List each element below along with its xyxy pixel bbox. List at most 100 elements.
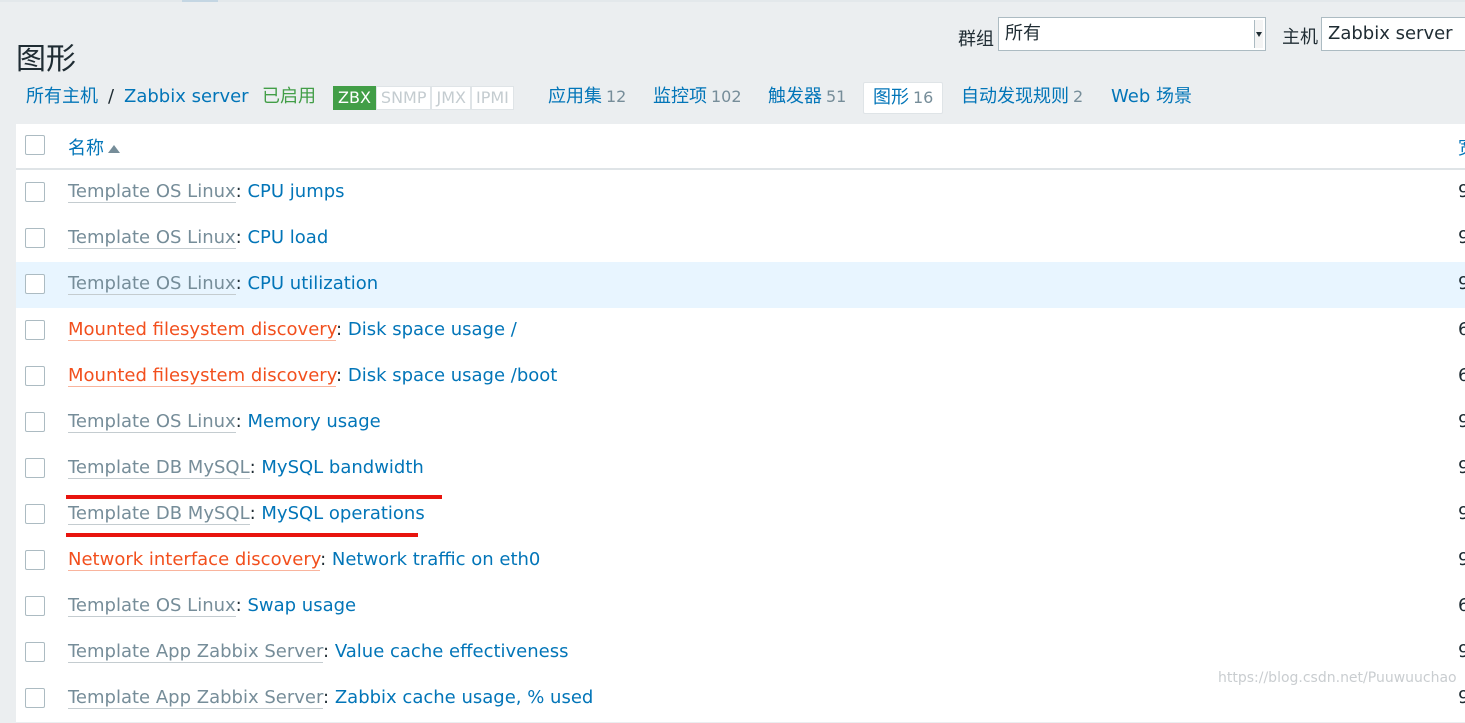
tab-graphs-label: 图形 <box>873 87 909 108</box>
annotation-underline <box>66 495 442 499</box>
host-select[interactable]: Zabbix server <box>1321 17 1465 51</box>
table-row: Template OS Linux: Swap usage 6 <box>16 584 1465 631</box>
tab-triggers[interactable]: 触发器 51 <box>768 80 846 114</box>
name-separator: : <box>320 549 332 570</box>
discovery-rule-link[interactable]: Mounted filesystem discovery <box>68 319 337 341</box>
table-row: Template DB MySQL: MySQL bandwidth 9 <box>16 446 1465 493</box>
table-row: Network interface discovery: Network tra… <box>16 538 1465 585</box>
row-checkbox[interactable] <box>25 320 45 340</box>
name-separator: : <box>235 273 248 294</box>
template-link[interactable]: Template OS Linux <box>68 273 236 295</box>
name-separator: : <box>235 227 248 248</box>
row-checkbox[interactable] <box>25 596 45 616</box>
column-name-header[interactable]: 名称 <box>68 134 120 160</box>
availability-indicators: ZBX SNMP JMX IPMI <box>333 86 514 110</box>
tab-applications[interactable]: 应用集 12 <box>548 80 626 114</box>
breadcrumb-host[interactable]: Zabbix server <box>124 80 249 114</box>
graph-link[interactable]: Swap usage <box>247 595 356 616</box>
graph-name-cell: Network interface discovery: Network tra… <box>68 549 541 571</box>
template-link[interactable]: Template OS Linux <box>68 595 236 617</box>
row-checkbox[interactable] <box>25 642 45 662</box>
template-link[interactable]: Template App Zabbix Server <box>68 687 324 709</box>
table-header: 名称 宽 <box>16 124 1465 170</box>
table-row: Template OS Linux: Memory usage 9 <box>16 400 1465 447</box>
graph-link[interactable]: CPU jumps <box>247 181 344 202</box>
graph-name-cell: Template OS Linux: CPU load <box>68 227 328 249</box>
name-separator: : <box>336 319 348 340</box>
tab-items-label: 监控项 <box>653 86 707 107</box>
template-link[interactable]: Template DB MySQL <box>68 503 250 525</box>
graph-link[interactable]: CPU load <box>247 227 328 248</box>
row-checkbox[interactable] <box>25 688 45 708</box>
row-checkbox[interactable] <box>25 228 45 248</box>
graph-link[interactable]: Value cache effectiveness <box>335 641 569 662</box>
graph-name-cell: Mounted filesystem discovery: Disk space… <box>68 365 558 387</box>
graph-name-cell: Mounted filesystem discovery: Disk space… <box>68 319 517 341</box>
graph-width: 9 <box>1458 457 1465 478</box>
annotation-underline <box>66 533 418 537</box>
graph-name-cell: Template OS Linux: CPU utilization <box>68 273 378 295</box>
host-status-enabled[interactable]: 已启用 <box>262 80 316 114</box>
row-checkbox[interactable] <box>25 412 45 432</box>
table-row: Template DB MySQL: MySQL operations 9 <box>16 492 1465 539</box>
tab-web-scenarios[interactable]: Web 场景 <box>1111 80 1192 114</box>
watermark: https://blog.csdn.net/Puuwuuchao <box>1218 670 1457 686</box>
graphs-table: 名称 宽 Template OS Linux: CPU jumps 9 Temp… <box>16 124 1465 723</box>
host-filter-label: 主机 <box>1282 27 1318 48</box>
graph-name-cell: Template OS Linux: Swap usage <box>68 595 356 617</box>
graph-width: 9 <box>1458 549 1465 570</box>
row-checkbox[interactable] <box>25 550 45 570</box>
graph-link[interactable]: Disk space usage / <box>348 319 517 340</box>
row-checkbox[interactable] <box>25 366 45 386</box>
discovery-rule-link[interactable]: Network interface discovery <box>68 549 321 571</box>
host-select-value: Zabbix server <box>1328 23 1453 44</box>
graph-width: 6 <box>1458 365 1465 386</box>
template-link[interactable]: Template OS Linux <box>68 181 236 203</box>
row-checkbox[interactable] <box>25 458 45 478</box>
tab-graphs[interactable]: 图形 16 <box>863 82 944 114</box>
top-accent <box>182 0 218 2</box>
template-link[interactable]: Template DB MySQL <box>68 457 250 479</box>
chevron-down-icon[interactable] <box>1254 20 1263 48</box>
graph-width: 9 <box>1458 273 1465 294</box>
template-link[interactable]: Template OS Linux <box>68 411 236 433</box>
template-link[interactable]: Template OS Linux <box>68 227 236 249</box>
table-row: Mounted filesystem discovery: Disk space… <box>16 308 1465 355</box>
breadcrumb-all-hosts[interactable]: 所有主机 <box>26 80 98 114</box>
graph-width: 6 <box>1458 595 1465 616</box>
row-checkbox[interactable] <box>25 504 45 524</box>
sort-ascending-icon <box>108 145 120 153</box>
tab-applications-count: 12 <box>606 87 627 106</box>
graph-link[interactable]: CPU utilization <box>247 273 378 294</box>
tab-discovery-rules-count: 2 <box>1073 87 1084 106</box>
table-row: Mounted filesystem discovery: Disk space… <box>16 354 1465 401</box>
select-all-checkbox[interactable] <box>25 135 45 155</box>
graph-width: 9 <box>1458 411 1465 432</box>
availability-jmx: JMX <box>431 86 471 110</box>
table-row-highlighted: Template OS Linux: CPU utilization 9 <box>16 262 1465 309</box>
discovery-rule-link[interactable]: Mounted filesystem discovery <box>68 365 337 387</box>
tab-triggers-label: 触发器 <box>768 86 822 107</box>
top-border <box>0 0 1465 2</box>
row-checkbox[interactable] <box>25 182 45 202</box>
graph-link[interactable]: MySQL operations <box>261 503 424 524</box>
template-link[interactable]: Template App Zabbix Server <box>68 641 324 663</box>
graph-link[interactable]: Network traffic on eth0 <box>332 549 541 570</box>
graph-link[interactable]: MySQL bandwidth <box>261 457 423 478</box>
group-select-value: 所有 <box>1005 23 1041 44</box>
row-checkbox[interactable] <box>25 274 45 294</box>
tab-triggers-count: 51 <box>826 87 847 106</box>
group-select[interactable]: 所有 <box>998 17 1266 51</box>
tab-graphs-count: 16 <box>913 88 934 107</box>
column-width-header[interactable]: 宽 <box>1458 134 1465 160</box>
name-separator: : <box>249 503 262 524</box>
tab-applications-label: 应用集 <box>548 86 602 107</box>
graph-link[interactable]: Memory usage <box>247 411 380 432</box>
graph-link[interactable]: Disk space usage /boot <box>348 365 558 386</box>
availability-snmp: SNMP <box>375 86 432 110</box>
tab-items[interactable]: 监控项 102 <box>653 80 742 114</box>
tab-discovery-rules[interactable]: 自动发现规则 2 <box>961 80 1083 114</box>
name-separator: : <box>235 411 248 432</box>
table-row: Template OS Linux: CPU load 9 <box>16 216 1465 263</box>
graph-name-cell: Template DB MySQL: MySQL operations <box>68 503 425 525</box>
